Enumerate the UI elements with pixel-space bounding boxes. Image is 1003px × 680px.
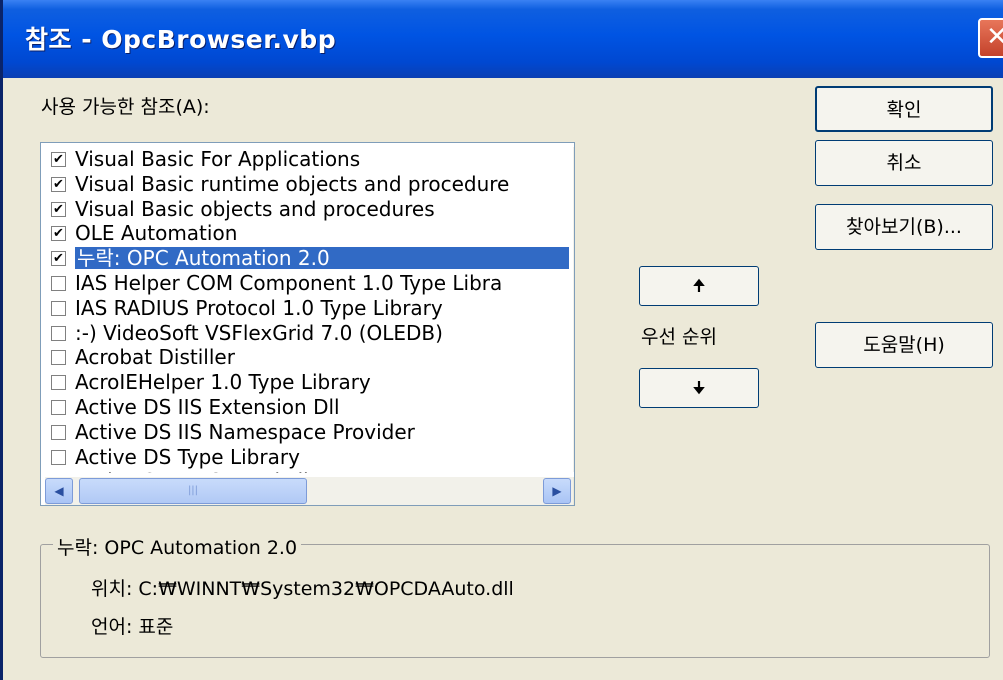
reference-checkbox[interactable] [51,300,66,316]
reference-list-item[interactable]: IAS RADIUS Protocol 1.0 Type Library [45,296,571,320]
reference-label: AcroIEHelper 1.0 Type Library [75,370,371,395]
references-list: ✔ Visual Basic For Applications ✔ Visual Ba… [41,143,571,473]
details-group-title: 누락: OPC Automation 2.0 [53,533,302,560]
reference-checkbox[interactable]: ✔ [51,152,66,167]
reference-list-item[interactable]: ✔ Visual Basic For Applications [45,147,571,171]
reference-list-item[interactable]: ✔ OLE Automation [45,221,571,245]
reference-label: IAS RADIUS Protocol 1.0 Type Library [75,295,443,320]
reference-checkbox[interactable]: ✔ [51,176,66,192]
reference-label: Active DS IIS Namespace Provider [75,419,415,444]
reference-checkbox[interactable] [51,276,66,291]
scroll-up-button[interactable]: ▲ [574,147,575,173]
window-title: 참조 - OpcBrowser.vbp [25,25,337,54]
checkmark-icon: ✔ [53,226,64,242]
reference-list-item[interactable]: Acrobat Distiller [45,345,571,369]
chevron-left-icon: ◀ [54,484,64,498]
reference-label: Visual Basic For Applications [75,147,361,171]
reference-label: Visual Basic runtime objects and procedu… [75,171,510,196]
reference-label: IAS Helper COM Component 1.0 Type Libra [75,271,503,295]
vertical-scrollbar[interactable]: ▲ ▼ [573,147,575,472]
priority-label: 우선 순위 [641,326,717,348]
scrollbar-corner [573,477,574,505]
reference-checkbox[interactable] [51,424,66,440]
reference-checkbox[interactable] [51,400,66,415]
chevron-right-icon: ▶ [552,484,562,498]
reference-list-item[interactable]: Active DS IIS Namespace Provider [45,420,571,444]
close-button[interactable]: ✕ [978,18,1003,58]
reference-checkbox[interactable] [51,325,66,341]
reference-list-item[interactable]: Active DS IIS Extension Dll [45,395,571,419]
reference-checkbox[interactable]: ✔ [51,201,66,217]
reference-checkbox[interactable] [51,350,66,366]
checkmark-icon: ✔ [53,251,64,267]
reference-list-item[interactable]: ✔ Visual Basic runtime objects and proced… [45,172,571,196]
language-text: 언어: 표준 [91,616,174,638]
reference-label: 누락: OPC Automation 2.0 [74,246,570,271]
reference-checkbox[interactable] [51,375,66,391]
arrow-up-icon: 🠉 [692,276,706,295]
reference-list-item[interactable]: ✔ 누락: OPC Automation 2.0 [45,246,571,271]
horizontal-scroll-thumb[interactable]: ||| [79,478,307,504]
reference-list-item[interactable]: Active DS Type Library [45,445,571,469]
help-button[interactable]: 도움말(H) [815,322,993,368]
reference-label: Visual Basic objects and procedures [75,196,435,221]
reference-checkbox[interactable]: ✔ [51,251,66,267]
reference-list-item[interactable]: AcroIEHelper 1.0 Type Library [45,370,571,394]
browse-button[interactable]: 찾아보기(B)... [815,204,993,250]
ok-button[interactable]: 확인 [815,86,993,132]
scroll-right-button[interactable]: ▶ [543,478,571,504]
reference-label: Active Setup Control Library [75,470,356,473]
priority-up-button[interactable]: 🠉 [639,266,759,306]
reference-list-item[interactable]: ✔ Visual Basic objects and procedures [45,197,571,221]
reference-details-group [40,544,990,658]
available-references-label: 사용 가능한 참조(A): [41,96,210,118]
reference-label: Active DS IIS Extension Dll [75,395,340,419]
priority-down-button[interactable]: 🠋 [639,368,759,408]
reference-label: Active DS Type Library [75,444,300,469]
cancel-button[interactable]: 취소 [815,140,993,186]
scroll-left-button[interactable]: ◀ [45,478,73,504]
location-text: 위치: C:₩WINNT₩System32₩OPCDAAuto.dll [91,578,514,600]
references-dialog: 참조 - OpcBrowser.vbp ✕ 사용 가능한 참조(A): ✔ Vis… [0,0,1003,680]
checkmark-icon: ✔ [53,152,64,167]
vertical-scroll-thumb[interactable] [574,177,575,195]
title-bar[interactable]: 참조 - OpcBrowser.vbp ✕ [3,0,1003,78]
checkmark-icon: ✔ [53,201,64,217]
reference-label: OLE Automation [75,221,238,246]
reference-list-item[interactable]: Active Setup Control Library [45,469,571,473]
reference-label: :-) VideoSoft VSFlexGrid 7.0 (OLEDB) [75,320,443,345]
arrow-down-icon: 🠋 [692,378,706,397]
close-icon: ✕ [986,22,1003,52]
reference-list-item[interactable]: IAS Helper COM Component 1.0 Type Libra [45,271,571,295]
horizontal-scrollbar[interactable]: ◀ ||| ▶ [45,477,573,505]
reference-checkbox[interactable]: ✔ [51,226,66,242]
reference-label: Acrobat Distiller [75,345,235,370]
checkmark-icon: ✔ [53,176,64,192]
reference-checkbox[interactable] [51,449,66,465]
reference-list-item[interactable]: :-) VideoSoft VSFlexGrid 7.0 (OLEDB) [45,321,571,345]
scroll-down-button[interactable]: ▼ [574,446,575,472]
references-listbox[interactable]: ✔ Visual Basic For Applications ✔ Visual Ba… [40,142,575,506]
